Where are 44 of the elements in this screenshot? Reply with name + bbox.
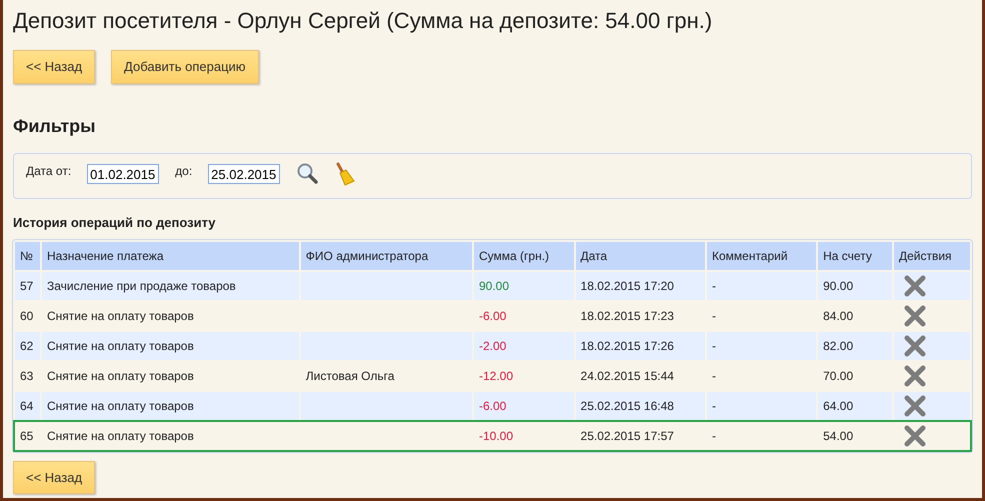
amount-cell: -6.00 — [474, 392, 574, 420]
date-from-field[interactable]: 01.02.2015 — [87, 164, 160, 184]
column-header: Действия — [894, 242, 970, 270]
table-cell: Снятие на оплату товаров — [42, 332, 299, 360]
back-button[interactable]: << Назад — [13, 50, 96, 84]
delete-icon[interactable] — [902, 304, 927, 328]
delete-icon[interactable] — [902, 274, 927, 298]
table-cell: - — [706, 392, 816, 420]
table-cell: 57 — [15, 272, 40, 300]
table-cell: 90.00 — [818, 272, 892, 300]
field-label: до: — [175, 163, 192, 180]
date-to-field[interactable]: 25.02.2015 — [208, 164, 280, 184]
field-label: Дата от: — [26, 163, 72, 180]
table-cell: 18.02.2015 17:26 — [576, 332, 705, 360]
search-icon[interactable] — [296, 162, 318, 184]
delete-icon[interactable] — [902, 334, 927, 358]
delete-icon[interactable] — [902, 424, 927, 448]
table-cell: 64.00 — [818, 392, 892, 420]
table-cell: - — [706, 332, 816, 360]
table-cell: 25.02.2015 16:48 — [576, 392, 705, 420]
column-header: Сумма (грн.) — [474, 242, 574, 270]
column-header: Назначение платежа — [42, 242, 299, 270]
table-cell: Снятие на оплату товаров — [42, 392, 299, 420]
column-header: Комментарий — [706, 242, 816, 270]
amount-cell: -2.00 — [474, 332, 574, 360]
back-button[interactable]: << Назад — [13, 460, 96, 494]
table-cell: 18.02.2015 17:20 — [576, 272, 705, 300]
add-operation-button[interactable]: Добавить операцию — [111, 50, 259, 84]
table-cell: - — [706, 272, 816, 300]
section-heading: История операций по депозиту — [13, 215, 217, 231]
delete-icon[interactable] — [902, 394, 927, 418]
column-header: ФИО администратора — [300, 242, 472, 270]
delete-icon[interactable] — [902, 364, 927, 388]
column-header: На счету — [818, 242, 892, 270]
table-cell: 82.00 — [818, 332, 892, 360]
column-header: № — [15, 242, 40, 270]
table-cell: 62 — [15, 332, 40, 360]
table-cell: Зачисление при продаже товаров — [42, 272, 299, 300]
column-header: Дата — [576, 242, 705, 270]
table-cell: 64 — [15, 392, 40, 420]
section-heading: Фильтры — [13, 114, 97, 138]
page-title: Депозит посетителя - Орлун Сергей (Сумма на депозите: 54.00 грн.) — [13, 7, 714, 34]
amount-cell: 90.00 — [474, 272, 574, 300]
broom-icon[interactable] — [334, 162, 356, 186]
